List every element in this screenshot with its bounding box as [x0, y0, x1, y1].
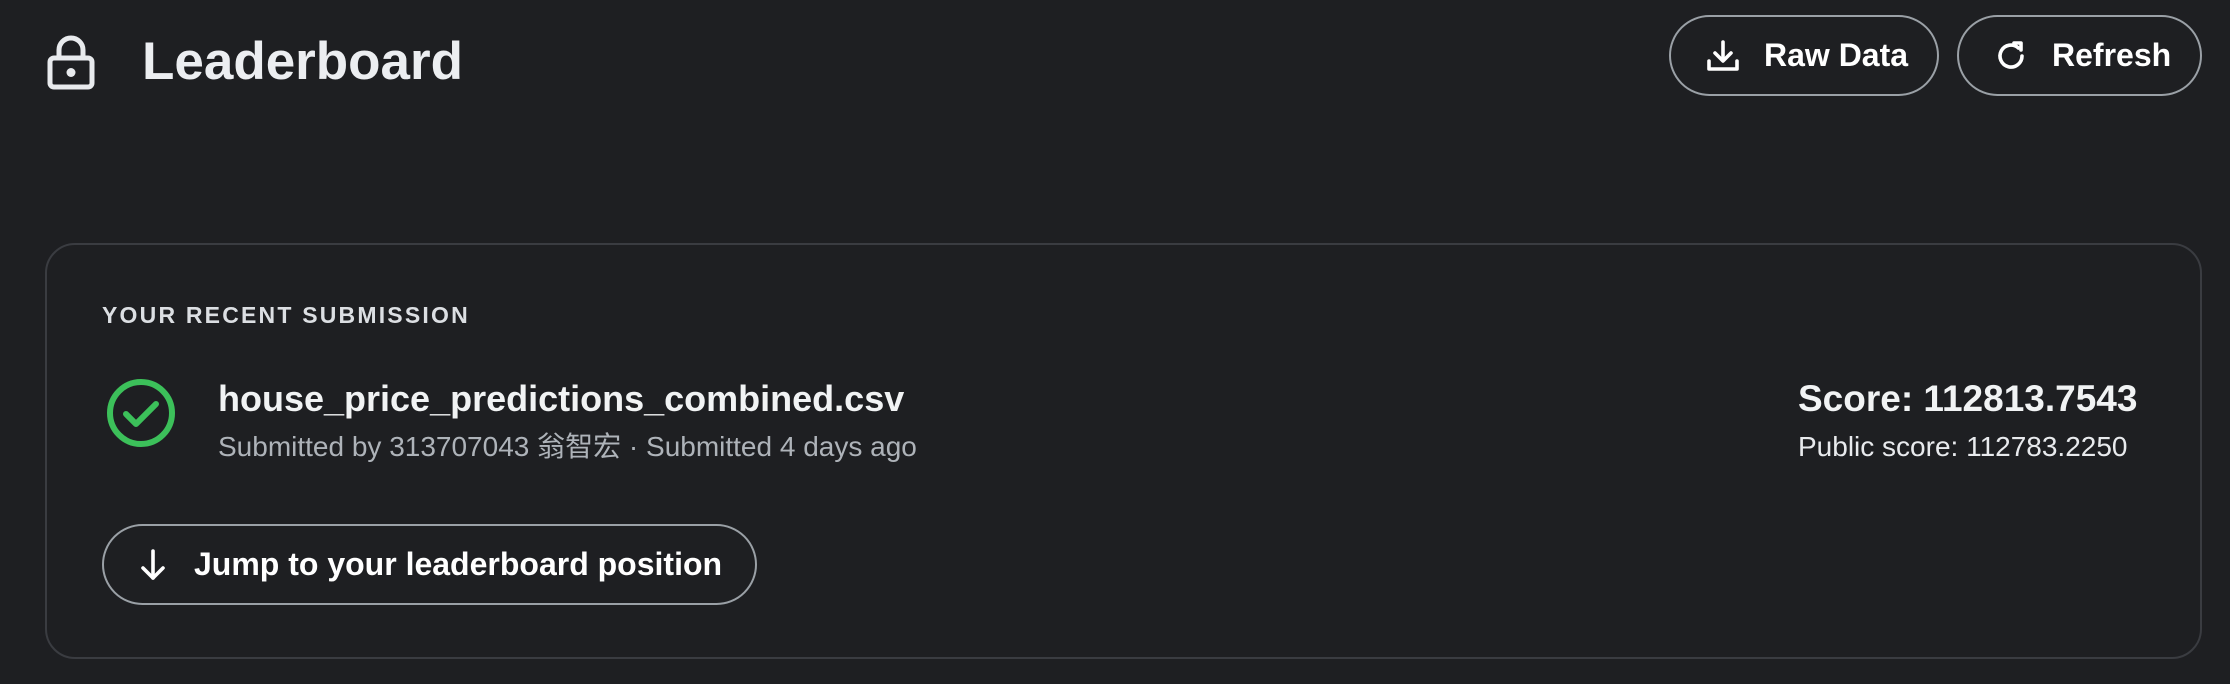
arrow-down-icon	[141, 548, 165, 580]
submission-file-name: house_price_predictions_combined.csv	[218, 378, 905, 419]
refresh-button[interactable]: Refresh	[1957, 15, 2202, 96]
lock-icon	[47, 35, 95, 90]
submission-meta: Submitted by 313707043 翁智宏 · Submitted 4…	[218, 431, 917, 462]
refresh-button-label: Refresh	[2052, 37, 2172, 73]
public-score: Public score: 112783.2250	[1798, 431, 2128, 462]
check-circle-icon	[107, 379, 175, 447]
jump-to-position-button[interactable]: Jump to your leaderboard position	[102, 524, 757, 605]
download-icon	[1707, 39, 1739, 71]
section-label: YOUR RECENT SUBMISSION	[102, 302, 470, 328]
refresh-icon	[1998, 40, 2024, 69]
page-header: Leaderboard Raw Data Refresh	[0, 0, 2230, 130]
raw-data-button[interactable]: Raw Data	[1669, 15, 1939, 96]
raw-data-button-label: Raw Data	[1764, 37, 1909, 73]
jump-button-label: Jump to your leaderboard position	[194, 546, 723, 582]
page-title: Leaderboard	[142, 32, 464, 91]
submission-score: Score: 112813.7543	[1798, 378, 2138, 419]
recent-submission-card: YOUR RECENT SUBMISSION house_price_predi…	[45, 243, 2202, 659]
